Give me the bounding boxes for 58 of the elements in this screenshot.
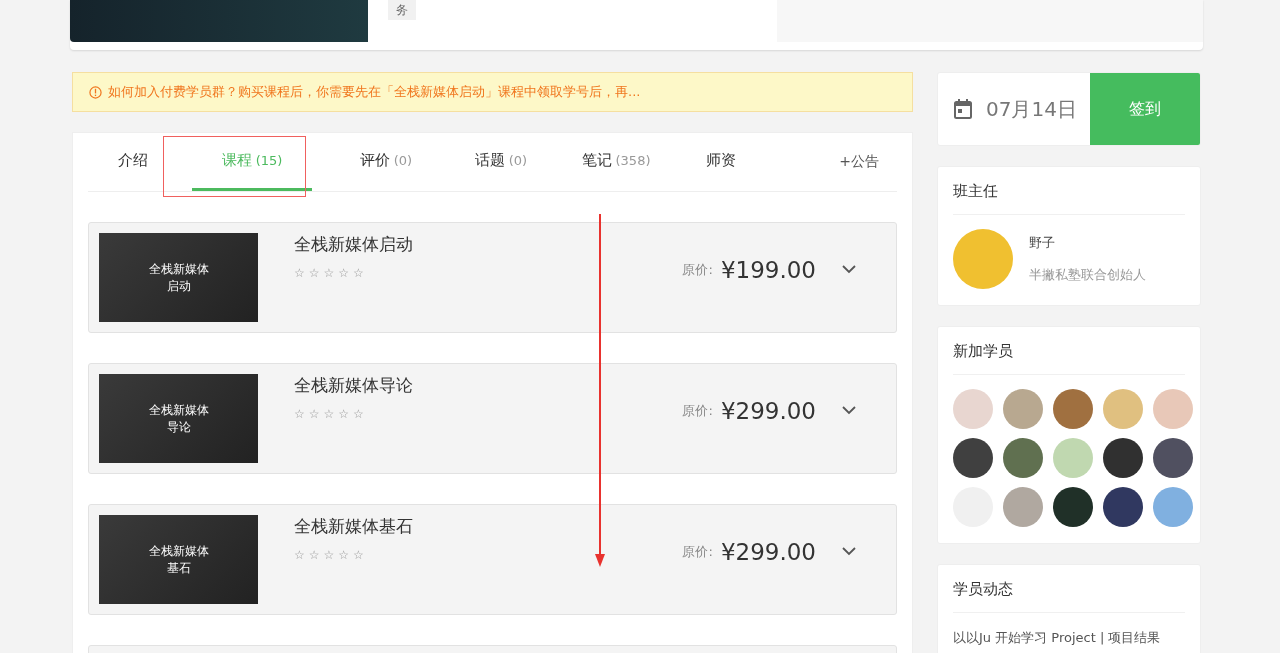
course-row[interactable]: 全栈新媒体 导论 全栈新媒体导论 ☆ ☆ ☆ ☆ ☆ 原价: ¥299.00 xyxy=(88,363,897,474)
thumbnail-caption: 全栈新媒体 xyxy=(148,542,209,560)
star-icon: ☆ xyxy=(308,266,320,280)
star-icon: ☆ xyxy=(323,407,335,421)
star-icon: ☆ xyxy=(338,548,350,562)
star-icon: ☆ xyxy=(294,548,305,562)
price-label: 原价: xyxy=(682,543,713,561)
course-row[interactable]: 全栈新媒体 启动 全栈新媒体启动 ☆ ☆ ☆ ☆ ☆ 原价: ¥199.00 xyxy=(88,222,897,333)
price-label: 原价: xyxy=(682,261,713,279)
star-icon: ☆ xyxy=(294,407,305,421)
avatar[interactable] xyxy=(1053,487,1093,527)
course-title: 全栈新媒体启动 xyxy=(294,233,413,256)
thumbnail-caption: 全栈新媒体 xyxy=(148,260,209,278)
star-icon: ☆ xyxy=(323,266,335,280)
star-icon: ☆ xyxy=(308,548,320,562)
star-icon: ☆ xyxy=(338,407,350,421)
star-icon: ☆ xyxy=(308,407,320,421)
teacher-role: 半撇私塾联合创始人 xyxy=(1029,266,1146,284)
card-title: 班主任 xyxy=(953,167,1185,215)
course-row[interactable]: 全栈新媒体 基石 全栈新媒体基石 ☆ ☆ ☆ ☆ ☆ 原价: ¥299.00 xyxy=(88,504,897,615)
tag-label: 务 xyxy=(388,0,416,20)
course-title: 全栈新媒体导论 xyxy=(294,374,413,397)
price: ¥299.00 xyxy=(720,398,816,424)
tab[interactable]: 师资 xyxy=(676,133,766,191)
avatar[interactable] xyxy=(1103,487,1143,527)
chevron-down-icon[interactable] xyxy=(842,547,856,556)
tab[interactable]: 话题 (0) xyxy=(446,133,556,191)
star-icon: ☆ xyxy=(353,548,364,562)
price: ¥199.00 xyxy=(720,257,816,283)
thumbnail-caption: 全栈新媒体 xyxy=(148,401,209,419)
price-label: 原价: xyxy=(682,402,713,420)
date-text: 07月14日 xyxy=(986,95,1077,123)
star-icon: ☆ xyxy=(338,266,350,280)
tab[interactable]: 介绍 xyxy=(88,133,178,191)
star-icon: ☆ xyxy=(353,266,364,280)
thumbnail-caption: 基石 xyxy=(166,559,191,577)
teacher-name: 野子 xyxy=(1029,234,1056,252)
notice-text: 如何加入付费学员群？购买课程后，你需要先在「全栈新媒体启动」课程中领取学号后，再... xyxy=(108,83,641,101)
course-title: 全栈新媒体基石 xyxy=(294,515,413,538)
card-title: 新加学员 xyxy=(953,327,1185,375)
thumbnail-caption: 启动 xyxy=(166,277,191,295)
chevron-down-icon[interactable] xyxy=(842,406,856,415)
avatar[interactable] xyxy=(953,438,993,478)
calendar-icon xyxy=(954,99,972,119)
announcement-button[interactable]: +公告 xyxy=(833,152,885,172)
chevron-down-icon[interactable] xyxy=(842,265,856,274)
info-icon xyxy=(89,85,102,99)
avatar[interactable] xyxy=(1103,438,1143,478)
star-icon: ☆ xyxy=(353,407,364,421)
tab[interactable]: 笔记 (358) xyxy=(556,133,676,191)
card-title: 学员动态 xyxy=(953,565,1185,613)
tab[interactable]: 评价 (0) xyxy=(326,133,446,191)
activity-text: 以以Ju 开始学习 Project | 项目结果 xyxy=(953,630,1161,645)
thumbnail-caption: 导论 xyxy=(166,418,191,436)
avatar[interactable] xyxy=(1153,438,1193,478)
star-icon: ☆ xyxy=(323,548,335,562)
star-icon: ☆ xyxy=(294,266,305,280)
price: ¥299.00 xyxy=(720,539,816,565)
